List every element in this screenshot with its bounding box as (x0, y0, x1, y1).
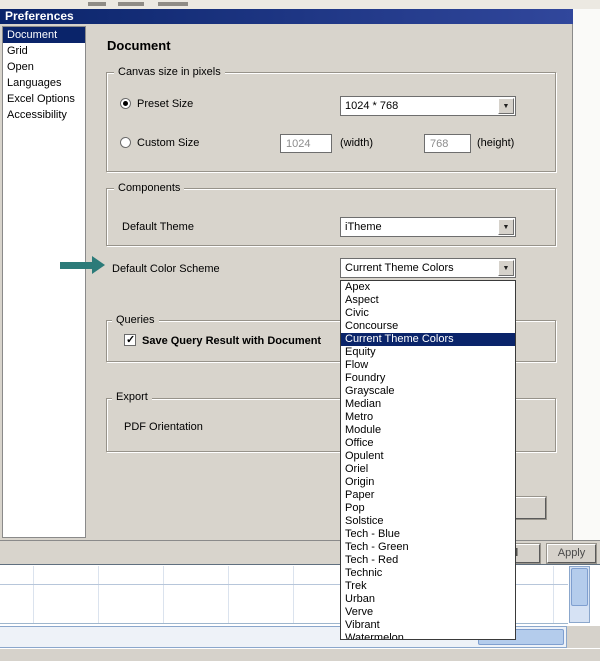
clipped-menu-text (88, 2, 106, 6)
grid-line (33, 566, 34, 623)
default-color-scheme-value: Current Theme Colors (345, 262, 454, 274)
color-scheme-option[interactable]: Module (341, 424, 515, 437)
sidebar-item-open[interactable]: Open (3, 59, 85, 75)
color-scheme-option[interactable]: Apex (341, 281, 515, 294)
color-scheme-option[interactable]: Current Theme Colors (341, 333, 515, 346)
color-scheme-option[interactable]: Watermelon (341, 632, 515, 639)
callout-arrow-head-icon (92, 256, 105, 274)
queries-group-label: Queries (112, 314, 159, 326)
color-scheme-option[interactable]: Vibrant (341, 619, 515, 632)
default-color-scheme-select[interactable]: Current Theme Colors ▼ (340, 258, 516, 278)
color-scheme-option[interactable]: Oriel (341, 463, 515, 476)
color-scheme-option[interactable]: Tech - Blue (341, 528, 515, 541)
bottom-window-edge (0, 649, 600, 661)
vertical-scrollbar-thumb[interactable] (571, 568, 588, 606)
custom-size-label: Custom Size (137, 137, 200, 149)
color-scheme-option[interactable]: Origin (341, 476, 515, 489)
color-scheme-option[interactable]: Opulent (341, 450, 515, 463)
color-scheme-option[interactable]: Equity (341, 346, 515, 359)
sidebar-item-excel-options[interactable]: Excel Options (3, 91, 85, 107)
chevron-down-icon[interactable]: ▼ (498, 98, 514, 114)
color-scheme-option[interactable]: Solstice (341, 515, 515, 528)
default-theme-value: iTheme (345, 221, 382, 233)
color-scheme-option[interactable]: Concourse (341, 320, 515, 333)
preset-size-radio[interactable] (120, 98, 131, 109)
canvas-size-group-label: Canvas size in pixels (114, 66, 225, 78)
clipped-menu-text (158, 2, 188, 6)
sidebar-item-languages[interactable]: Languages (3, 75, 85, 91)
color-scheme-option[interactable]: Technic (341, 567, 515, 580)
height-caption: (height) (477, 137, 515, 149)
grid-line (228, 566, 229, 623)
callout-arrow-icon (60, 262, 92, 269)
components-group-label: Components (114, 182, 185, 194)
canvas-size-group (106, 72, 556, 172)
background-right-gap (573, 9, 600, 540)
color-scheme-listbox[interactable]: Apex Aspect Civic Concourse Current Theme Co… (340, 280, 516, 640)
sidebar-item-document[interactable]: Document (3, 27, 85, 43)
preset-size-value: 1024 * 768 (345, 100, 399, 112)
save-query-label: Save Query Result with Document (142, 335, 322, 347)
grid-line (98, 566, 99, 623)
clipped-menu-text (118, 2, 144, 6)
screen: Preferences Document Grid Open Languages Exc… (0, 0, 600, 661)
dialog-title: Preferences (5, 9, 74, 23)
preset-size-label: Preset Size (137, 98, 194, 110)
color-scheme-option[interactable]: Tech - Red (341, 554, 515, 567)
color-scheme-option[interactable]: Office (341, 437, 515, 450)
apply-button[interactable]: Apply (547, 544, 596, 563)
dialog-titlebar[interactable]: Preferences (0, 9, 573, 24)
page-title: Document (107, 38, 171, 53)
color-scheme-option[interactable]: Tech - Green (341, 541, 515, 554)
background-app-edge (0, 0, 600, 9)
color-scheme-option[interactable]: Pop (341, 502, 515, 515)
chevron-down-icon[interactable]: ▼ (498, 260, 514, 276)
color-scheme-option[interactable]: Foundry (341, 372, 515, 385)
width-caption: (width) (340, 137, 374, 149)
color-scheme-option[interactable]: Verve (341, 606, 515, 619)
sidebar-item-grid[interactable]: Grid (3, 43, 85, 59)
scrollbar-corner (566, 626, 600, 648)
color-scheme-option[interactable]: Median (341, 398, 515, 411)
color-scheme-option[interactable]: Trek (341, 580, 515, 593)
width-input[interactable] (280, 134, 332, 153)
default-color-scheme-label: Default Color Scheme (112, 263, 220, 275)
default-theme-select[interactable]: iTheme ▼ (340, 217, 516, 237)
color-scheme-option[interactable]: Metro (341, 411, 515, 424)
custom-size-radio[interactable] (120, 137, 131, 148)
color-scheme-option[interactable]: Civic (341, 307, 515, 320)
color-scheme-option[interactable]: Flow (341, 359, 515, 372)
chevron-down-icon[interactable]: ▼ (498, 219, 514, 235)
preset-size-select[interactable]: 1024 * 768 ▼ (340, 96, 516, 116)
color-scheme-option[interactable]: Grayscale (341, 385, 515, 398)
height-input[interactable] (424, 134, 471, 153)
category-list: Document Grid Open Languages Excel Options Ac… (2, 26, 86, 538)
sidebar-item-accessibility[interactable]: Accessibility (3, 107, 85, 123)
color-scheme-option[interactable]: Urban (341, 593, 515, 606)
save-query-checkbox[interactable] (124, 333, 136, 346)
export-group-label: Export (112, 391, 152, 403)
color-scheme-option[interactable]: Paper (341, 489, 515, 502)
pdf-orientation-label: PDF Orientation (124, 421, 203, 433)
grid-line (163, 566, 164, 623)
default-theme-label: Default Theme (122, 221, 194, 233)
color-scheme-option[interactable]: Aspect (341, 294, 515, 307)
grid-line (553, 566, 554, 623)
grid-line (293, 566, 294, 623)
